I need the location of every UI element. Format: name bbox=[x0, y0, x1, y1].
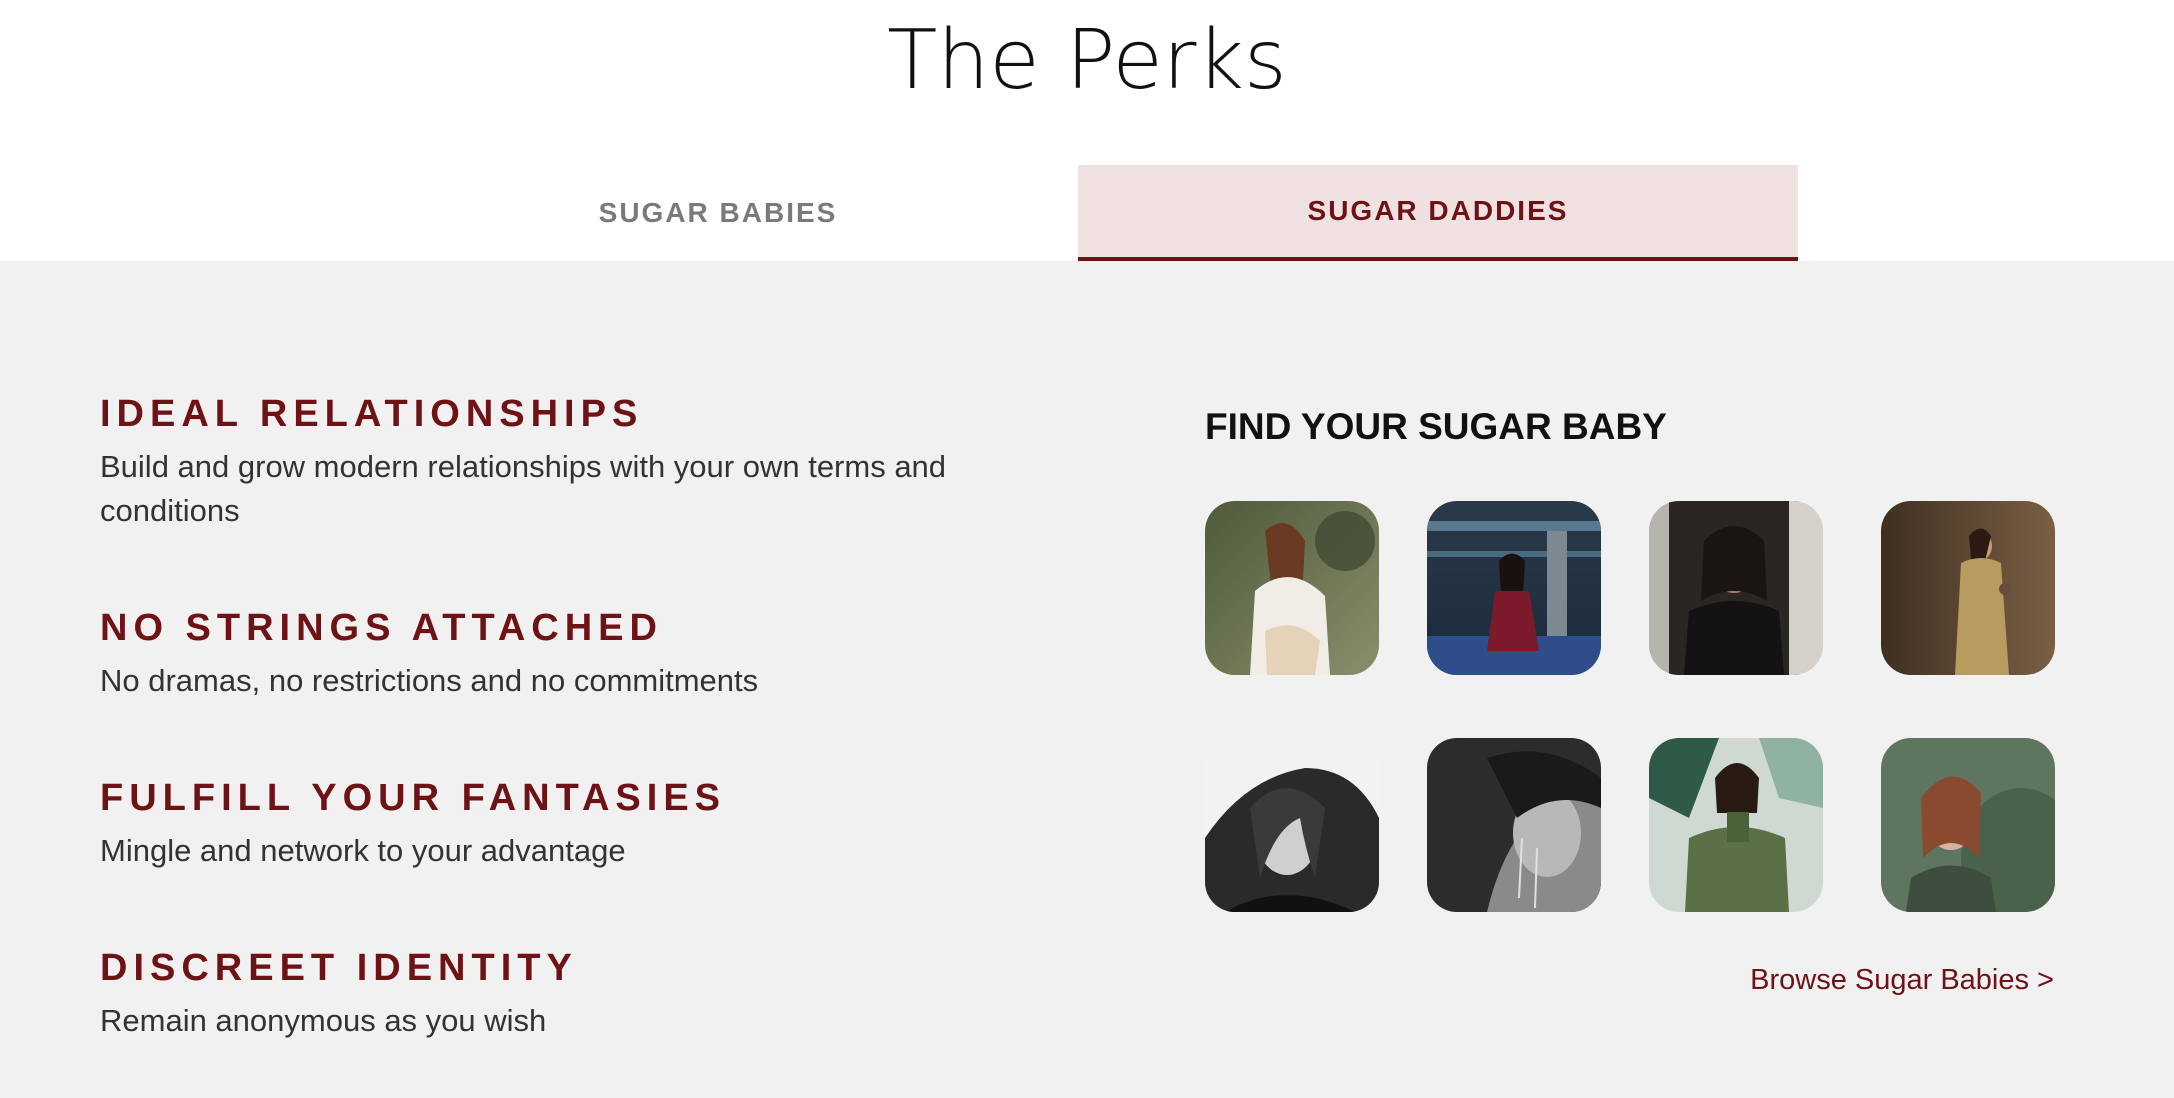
tab-sugar-babies-label: SUGAR BABIES bbox=[598, 197, 838, 228]
profile-photo[interactable] bbox=[1205, 501, 1379, 675]
profile-photo-image bbox=[1427, 738, 1601, 912]
perk-no-strings-attached: NO STRINGS ATTACHED No dramas, no restri… bbox=[100, 605, 960, 703]
profile-photo[interactable] bbox=[1427, 738, 1601, 912]
profile-photo-image bbox=[1881, 738, 2055, 912]
tab-sugar-babies[interactable]: SUGAR BABIES bbox=[358, 165, 1078, 261]
profile-photo-grid bbox=[1205, 501, 2055, 921]
perks-page: The Perks SUGAR BABIES SUGAR DADDIES IDE… bbox=[0, 0, 2174, 1098]
profile-photo[interactable] bbox=[1427, 501, 1601, 675]
perk-fulfill-your-fantasies: FULFILL YOUR FANTASIES Mingle and networ… bbox=[100, 775, 960, 873]
perk-title: NO STRINGS ATTACHED bbox=[100, 607, 663, 649]
perk-description: Build and grow modern relationships with… bbox=[100, 449, 947, 528]
perk-title: FULFILL YOUR FANTASIES bbox=[100, 777, 727, 819]
tab-sugar-daddies[interactable]: SUGAR DADDIES bbox=[1078, 165, 1798, 261]
perk-title: IDEAL RELATIONSHIPS bbox=[100, 393, 644, 435]
perk-description: Mingle and network to your advantage bbox=[100, 833, 626, 868]
tab-sugar-daddies-label: SUGAR DADDIES bbox=[1307, 195, 1569, 226]
profile-photo-image bbox=[1649, 501, 1823, 675]
gallery-title: FIND YOUR SUGAR BABY bbox=[1205, 406, 1667, 447]
profile-photo[interactable] bbox=[1881, 501, 2055, 675]
profile-photo-image bbox=[1881, 501, 2055, 675]
profile-photo-image bbox=[1649, 738, 1823, 912]
profile-photo[interactable] bbox=[1205, 738, 1379, 912]
browse-sugar-babies-link[interactable]: Browse Sugar Babies > bbox=[1750, 964, 2054, 997]
perks-section: IDEAL RELATIONSHIPS Build and grow moder… bbox=[0, 261, 2174, 1098]
perk-description: No dramas, no restrictions and no commit… bbox=[100, 663, 759, 698]
page-title: The Perks bbox=[887, 13, 1287, 108]
profile-photo[interactable] bbox=[1649, 501, 1823, 675]
profile-photo-image bbox=[1205, 738, 1379, 912]
profile-photo-image bbox=[1205, 501, 1379, 675]
perk-discreet-identity: DISCREET IDENTITY Remain anonymous as yo… bbox=[100, 945, 960, 1043]
profile-photo[interactable] bbox=[1649, 738, 1823, 912]
audience-tabs: SUGAR BABIES SUGAR DADDIES bbox=[358, 165, 1798, 261]
perk-ideal-relationships: IDEAL RELATIONSHIPS Build and grow moder… bbox=[100, 391, 960, 533]
perk-title: DISCREET IDENTITY bbox=[100, 947, 578, 989]
profile-photo-image bbox=[1427, 501, 1601, 675]
profile-photo[interactable] bbox=[1881, 738, 2055, 912]
perk-description: Remain anonymous as you wish bbox=[100, 1003, 547, 1038]
